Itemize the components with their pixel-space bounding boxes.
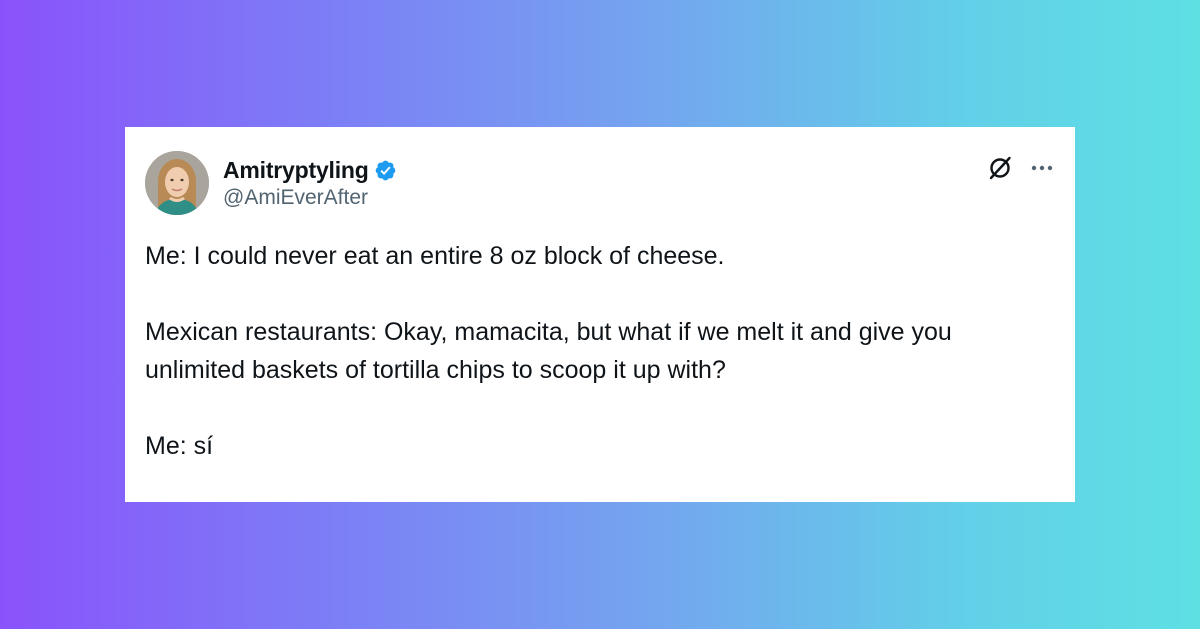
tweet-line-3: Me: sí xyxy=(145,432,214,460)
tweet-line-1: Me: I could never eat an entire 8 oz blo… xyxy=(145,242,725,270)
tweet-card: Amitryptyling @AmiEverAfter Me: I could … xyxy=(125,127,1075,502)
verified-badge-icon xyxy=(374,159,397,182)
tweet-actions xyxy=(985,153,1055,183)
tweet-text: Me: I could never eat an entire 8 oz blo… xyxy=(145,237,1045,465)
avatar-image xyxy=(145,151,209,215)
paragraph-break xyxy=(145,389,1045,427)
display-name-row: Amitryptyling xyxy=(223,155,397,185)
tweet-line-2: Mexican restaurants: Okay, mamacita, but… xyxy=(145,318,959,384)
handle[interactable]: @AmiEverAfter xyxy=(223,186,397,210)
avatar[interactable] xyxy=(145,151,209,215)
author-names: Amitryptyling @AmiEverAfter xyxy=(223,155,397,210)
display-name[interactable]: Amitryptyling xyxy=(223,157,369,184)
tweet-header: Amitryptyling @AmiEverAfter xyxy=(145,151,1055,217)
more-options-icon[interactable] xyxy=(1029,155,1055,181)
grok-icon[interactable] xyxy=(985,153,1015,183)
paragraph-break xyxy=(145,275,1045,313)
